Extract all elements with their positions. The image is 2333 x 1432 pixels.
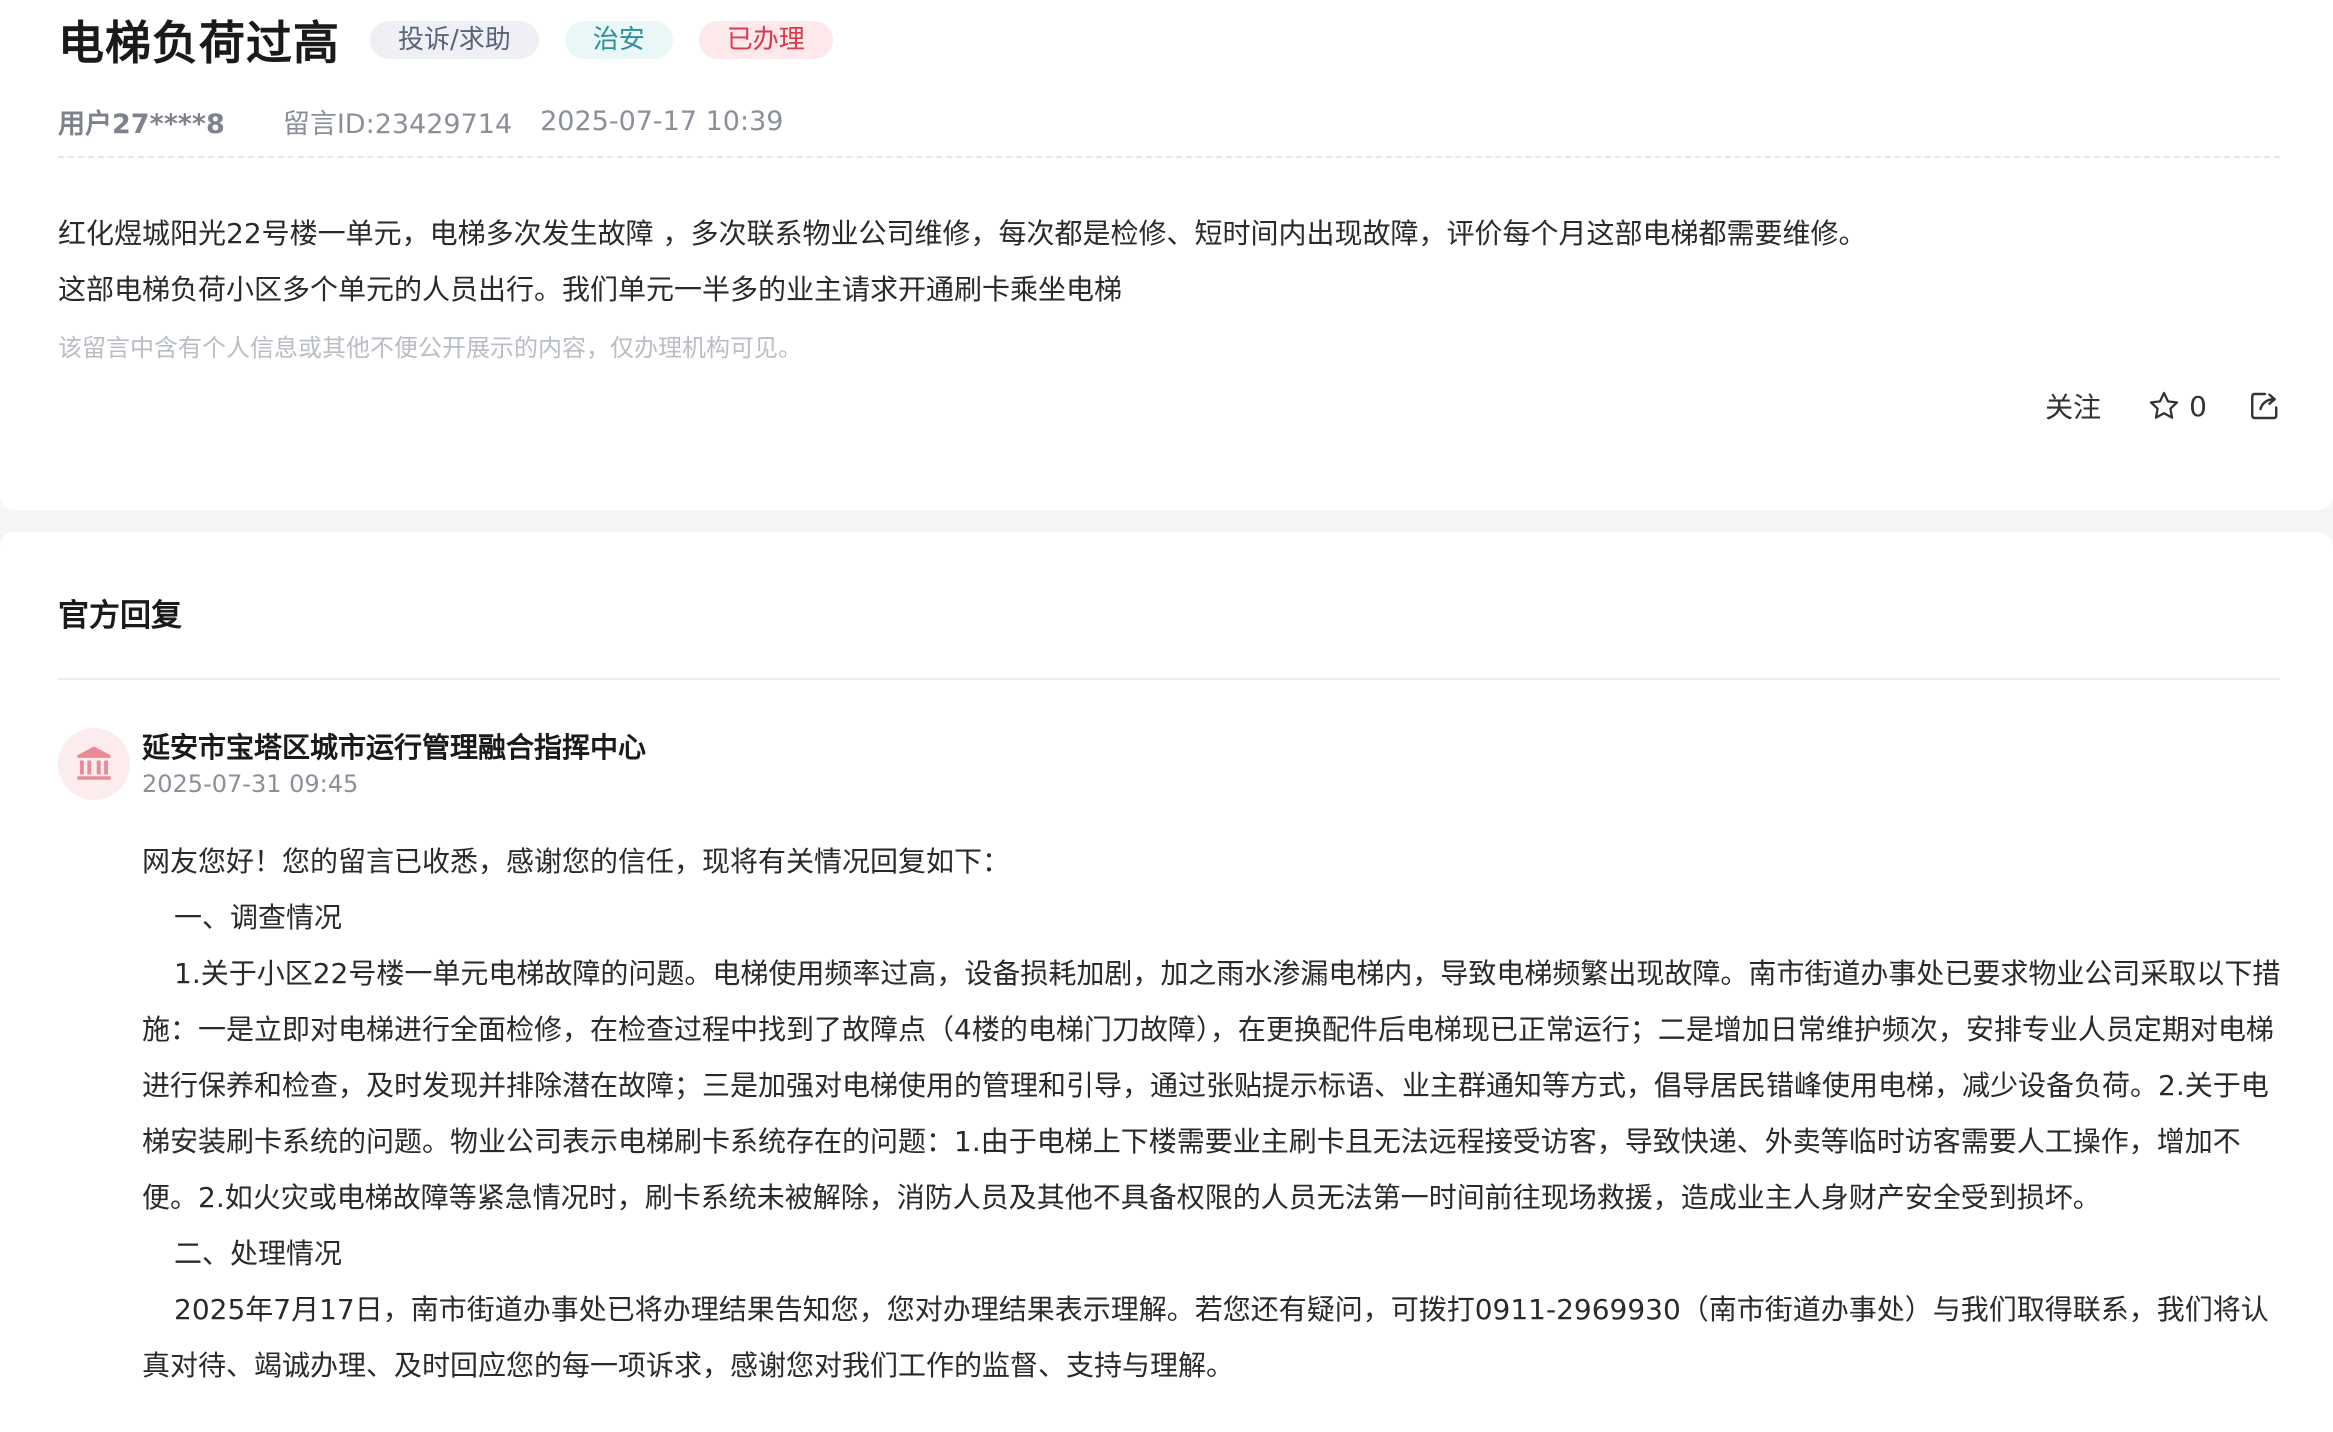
- share-icon: [2251, 392, 2278, 420]
- like-count: 0: [2189, 389, 2207, 423]
- content-line: 红化煜城阳光22号楼一单元，电梯多次发生故障 ，多次联系物业公司维修，每次都是检…: [58, 217, 1867, 250]
- like-button[interactable]: 0: [2147, 389, 2207, 423]
- content-line: 这部电梯负荷小区多个单元的人员出行。我们单元一半多的业主请求开通刷卡乘坐电梯: [58, 273, 1123, 306]
- reply-body: 网友您好！您的留言已收悉，感谢您的信任，现将有关情况回复如下： 一、调查情况 1…: [142, 834, 2282, 1394]
- post-meta: 用户27****8 留言ID:23429714 2025-07-17 10:39: [58, 102, 783, 141]
- reply-heading: 一、调查情况: [174, 901, 343, 934]
- post-content: 红化煜城阳光22号楼一单元，电梯多次发生故障 ，多次联系物业公司维修，每次都是检…: [58, 206, 2280, 318]
- share-button[interactable]: [2247, 388, 2283, 424]
- divider: [58, 156, 2280, 158]
- follow-button[interactable]: 关注: [2045, 386, 2101, 426]
- reply-heading: 二、处理情况: [174, 1237, 343, 1270]
- reply-section-title: 官方回复: [58, 598, 182, 634]
- divider: [58, 678, 2280, 680]
- reply-greeting: 网友您好！您的留言已收悉，感谢您的信任，现将有关情况回复如下：: [142, 845, 1011, 878]
- title-row: 电梯负荷过高 投诉/求助 治安 已办理: [58, 8, 833, 72]
- category-tag: 治安: [564, 21, 673, 59]
- reply-paragraph: 1.关于小区22号楼一单元电梯故障的问题。电梯使用频率过高，设备损耗加剧，加之雨…: [142, 957, 2281, 1214]
- message-id: 留言ID:23429714: [282, 109, 513, 140]
- post-user: 用户27****8: [58, 109, 225, 140]
- status-badge: 已办理: [698, 21, 833, 59]
- avatar: [58, 728, 130, 800]
- post-title: 电梯负荷过高: [58, 16, 340, 70]
- type-tag: 投诉/求助: [370, 21, 539, 59]
- star-icon: [2150, 391, 2179, 419]
- reply-datetime: 2025-07-31 09:45: [142, 770, 359, 798]
- reply-paragraph: 2025年7月17日，南市街道办事处已将办理结果告知您，您对办理结果表示理解。若…: [142, 1293, 2269, 1382]
- privacy-note: 该留言中含有个人信息或其他不便公开展示的内容，仅办理机构可见。: [58, 334, 802, 362]
- post-datetime: 2025-07-17 10:39: [540, 106, 784, 137]
- government-building-icon: [77, 746, 111, 780]
- post-actions: 关注 0: [2045, 386, 2283, 426]
- post-card: 电梯负荷过高 投诉/求助 治安 已办理 用户27****8 留言ID:23429…: [0, 0, 2333, 510]
- reply-org-name: 延安市宝塔区城市运行管理融合指挥中心: [142, 731, 647, 764]
